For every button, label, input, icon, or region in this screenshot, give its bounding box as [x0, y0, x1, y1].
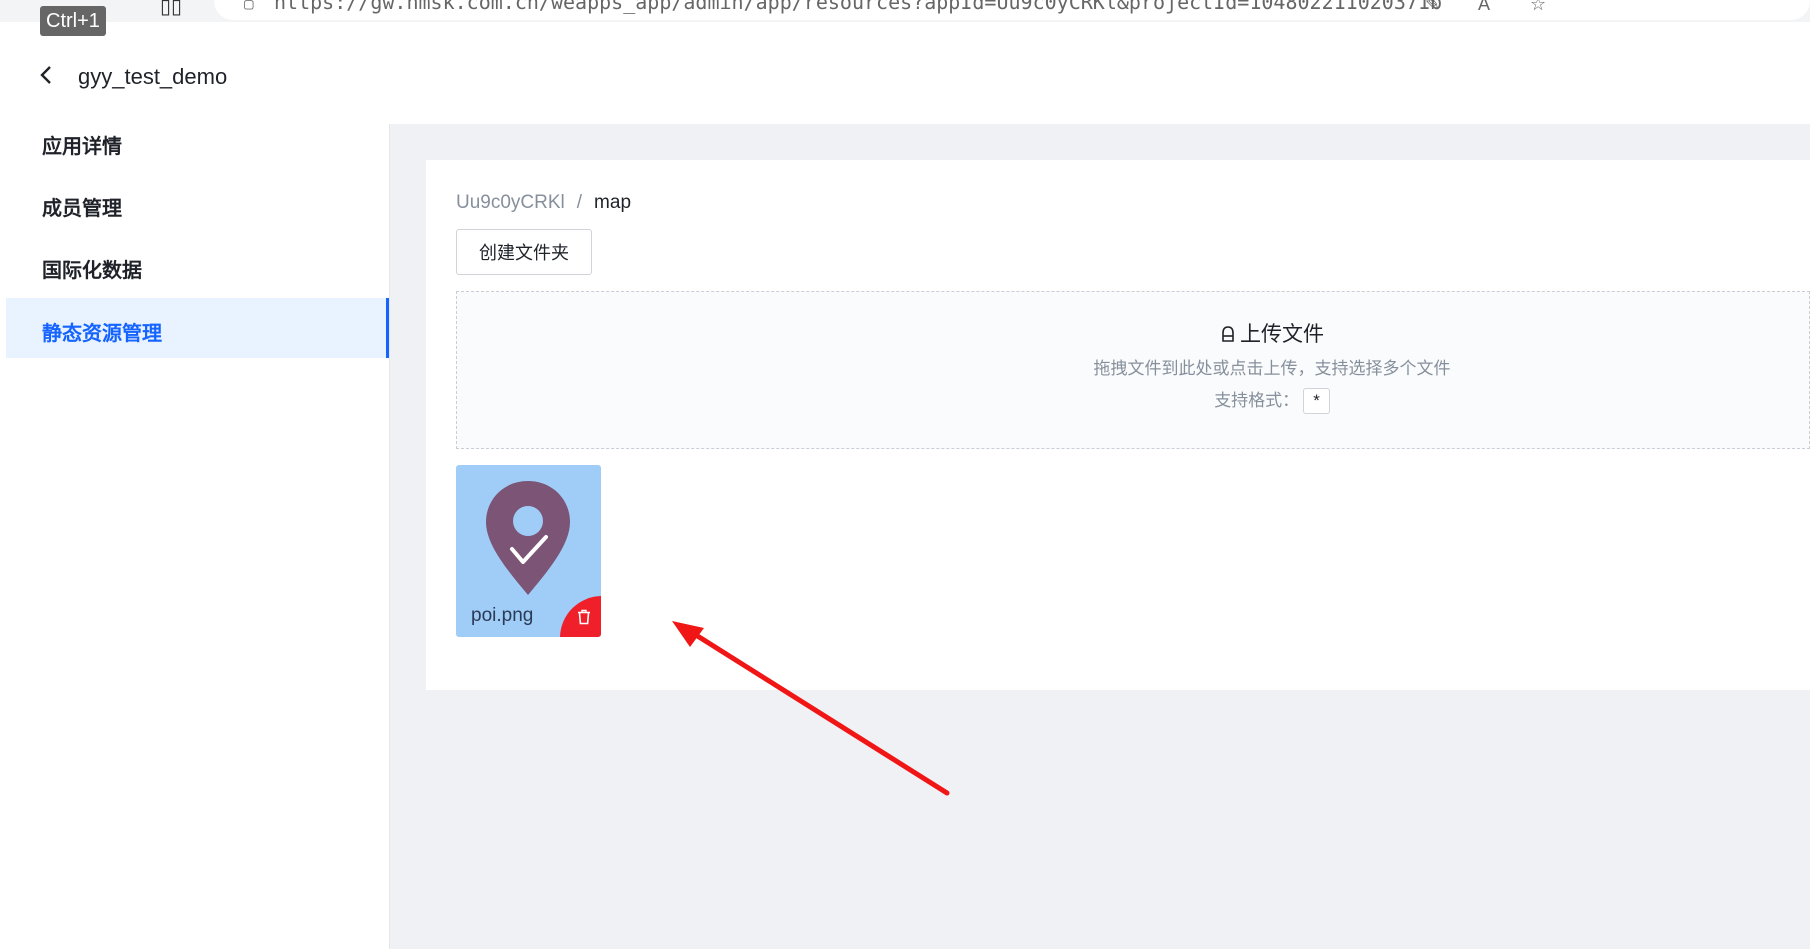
- sidebar-item-static-resources[interactable]: 静态资源管理: [6, 298, 389, 358]
- url-text: https://gw.hmsk.com.cn/weapps_app/admin/…: [274, 0, 1442, 14]
- edit-icon[interactable]: ✎: [1425, 0, 1440, 15]
- sidebar-item-label: 国际化数据: [42, 260, 142, 282]
- upload-hint: 拖拽文件到此处或点击上传，支持选择多个文件: [1093, 359, 1451, 378]
- shortcut-tooltip: Ctrl+1: [40, 6, 106, 36]
- site-info-icon[interactable]: ▢: [244, 0, 254, 13]
- breadcrumb: Uu9c0yCRKl / map: [456, 192, 631, 214]
- map-pin-check-icon: [486, 481, 570, 595]
- upload-format: 支持格式： *: [457, 386, 1810, 414]
- address-bar[interactable]: ▢ https://gw.hmsk.com.cn/weapps_app/admi…: [214, 0, 1810, 20]
- format-label: 支持格式：: [1214, 391, 1300, 410]
- chevron-left-icon: [40, 66, 51, 84]
- breadcrumb-separator: /: [576, 192, 583, 213]
- sidebar-item-members[interactable]: 成员管理: [6, 173, 389, 233]
- upload-title-text: 上传文件: [1240, 323, 1324, 346]
- delete-file-button[interactable]: [560, 596, 601, 637]
- sidebar-item-label: 成员管理: [42, 198, 122, 220]
- sidebar: 应用详情 成员管理 国际化数据 静态资源管理: [6, 124, 390, 949]
- back-button[interactable]: [38, 62, 62, 90]
- resource-panel: Uu9c0yCRKl / map 创建文件夹 上传文件 拖拽文件到此处或点击上传，支…: [426, 160, 1810, 690]
- sidebar-item-app-details[interactable]: 应用详情: [6, 111, 389, 171]
- sidebar-item-i18n-data[interactable]: 国际化数据: [6, 235, 389, 295]
- bookmark-icon[interactable]: ☆: [1530, 0, 1546, 15]
- app-title: gyy_test_demo: [78, 64, 228, 89]
- trash-icon: [578, 609, 590, 625]
- file-card[interactable]: poi.png: [456, 465, 601, 637]
- main-content: Uu9c0yCRKl / map 创建文件夹 上传文件 拖拽文件到此处或点击上传，支…: [390, 124, 1810, 949]
- breadcrumb-current: map: [594, 192, 632, 213]
- file-name: poi.png: [471, 605, 534, 626]
- breadcrumb-root[interactable]: Uu9c0yCRKl: [456, 192, 565, 213]
- upload-icon: [1220, 325, 1236, 349]
- sidebar-item-label: 静态资源管理: [42, 323, 162, 345]
- create-folder-button[interactable]: 创建文件夹: [456, 229, 592, 275]
- browser-toolbar: ▯▯ ▢ https://gw.hmsk.com.cn/weapps_app/a…: [0, 0, 1810, 22]
- text-size-icon[interactable]: A: [1478, 0, 1490, 15]
- format-tag: *: [1303, 388, 1330, 414]
- sidebar-item-label: 应用详情: [42, 136, 122, 158]
- tab-groups-icon[interactable]: ▯▯: [160, 0, 182, 19]
- upload-title: 上传文件: [457, 318, 1810, 349]
- upload-dropzone[interactable]: 上传文件 拖拽文件到此处或点击上传，支持选择多个文件 支持格式： *: [456, 291, 1810, 449]
- app-header: gyy_test_demo: [6, 22, 1810, 124]
